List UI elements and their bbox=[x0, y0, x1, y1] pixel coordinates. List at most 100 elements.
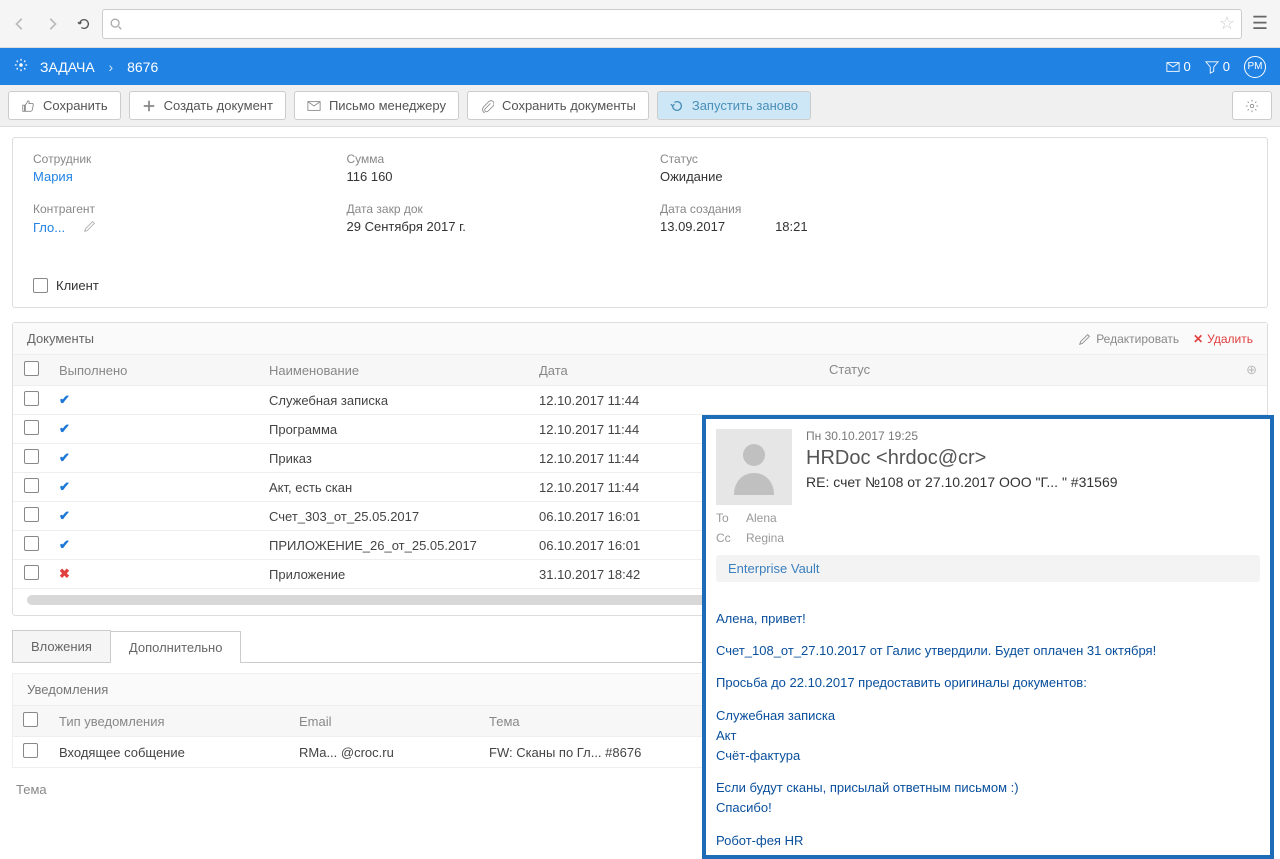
header-mail[interactable]: 0 bbox=[1166, 59, 1191, 74]
check-icon: ✔ bbox=[59, 508, 70, 523]
sum-value: 116 160 bbox=[347, 169, 621, 184]
email-preview: Пн 30.10.2017 19:25 HRDoc <hrdoc@cr> RE:… bbox=[702, 415, 1274, 859]
forward-button[interactable] bbox=[38, 10, 66, 38]
edit-counterparty-button[interactable] bbox=[83, 219, 97, 236]
mail-icon bbox=[307, 99, 321, 113]
email-from: HRDoc <hrdoc@cr> bbox=[806, 447, 1260, 470]
status-value: Ожидание bbox=[660, 169, 934, 184]
bookmark-icon[interactable]: ☆ bbox=[1219, 13, 1235, 34]
check-icon: ✔ bbox=[59, 537, 70, 552]
user-avatar[interactable]: РМ bbox=[1244, 56, 1266, 78]
x-icon: ✖ bbox=[59, 566, 70, 581]
created-time: 18:21 bbox=[775, 219, 808, 234]
col-name[interactable]: Наименование bbox=[259, 355, 529, 386]
search-icon bbox=[109, 17, 123, 31]
doc-name: Приказ bbox=[259, 444, 529, 473]
status-label: Статус bbox=[660, 152, 934, 166]
reload-icon bbox=[77, 17, 91, 31]
doc-name: Акт, есть скан bbox=[259, 473, 529, 502]
row-checkbox[interactable] bbox=[24, 536, 39, 551]
doc-date: 12.10.2017 11:44 bbox=[529, 386, 819, 415]
tab-attachments[interactable]: Вложения bbox=[12, 630, 111, 662]
docs-edit-button[interactable]: Редактировать bbox=[1078, 332, 1179, 346]
doc-name: ПРИЛОЖЕНИЕ_26_от_25.05.2017 bbox=[259, 531, 529, 560]
url-bar[interactable]: ☆ bbox=[102, 9, 1242, 39]
row-checkbox[interactable] bbox=[24, 478, 39, 493]
header-filter[interactable]: 0 bbox=[1205, 59, 1230, 74]
row-checkbox[interactable] bbox=[24, 420, 39, 435]
reload-button[interactable] bbox=[70, 10, 98, 38]
gear-icon bbox=[14, 58, 28, 72]
add-column-icon[interactable]: ⊕ bbox=[1246, 362, 1257, 378]
counterparty-label: Контрагент bbox=[33, 202, 307, 216]
sum-label: Сумма bbox=[347, 152, 621, 166]
person-icon bbox=[729, 439, 779, 495]
notif-col-email[interactable]: Email bbox=[289, 706, 479, 737]
doc-name: Служебная записка bbox=[259, 386, 529, 415]
col-date[interactable]: Дата bbox=[529, 355, 819, 386]
check-icon: ✔ bbox=[59, 479, 70, 494]
created-label: Дата создания bbox=[660, 202, 934, 216]
check-icon: ✔ bbox=[59, 450, 70, 465]
letter-manager-button[interactable]: Письмо менеджеру bbox=[294, 91, 459, 120]
col-status[interactable]: Статус⊕ bbox=[819, 355, 1267, 386]
task-info-card: Сотрудник Мария Контрагент Гло... Клиент bbox=[12, 137, 1268, 308]
browser-menu-button[interactable]: ☰ bbox=[1246, 10, 1274, 38]
arrow-right-icon bbox=[45, 17, 59, 31]
email-body: Алена, привет! Счет_108_от_27.10.2017 от… bbox=[716, 610, 1260, 850]
toolbar-settings-button[interactable] bbox=[1232, 91, 1272, 120]
gear-icon bbox=[1245, 99, 1259, 113]
tab-extra[interactable]: Дополнительно bbox=[110, 631, 242, 663]
select-all-checkbox[interactable] bbox=[24, 361, 39, 376]
browser-chrome: ☆ ☰ bbox=[0, 0, 1280, 48]
email-cc-value: Regina bbox=[746, 531, 784, 545]
notif-select-all-checkbox[interactable] bbox=[23, 712, 38, 727]
restart-icon bbox=[670, 99, 684, 113]
documents-title: Документы bbox=[27, 331, 94, 346]
enterprise-vault-link[interactable]: Enterprise Vault bbox=[716, 555, 1260, 582]
restart-button[interactable]: Запустить заново bbox=[657, 91, 811, 120]
row-checkbox[interactable] bbox=[24, 507, 39, 522]
url-input[interactable] bbox=[129, 16, 1213, 31]
breadcrumb-root[interactable]: ЗАДАЧА bbox=[40, 59, 95, 75]
doc-name: Счет_303_от_25.05.2017 bbox=[259, 502, 529, 531]
back-button[interactable] bbox=[6, 10, 34, 38]
create-doc-button[interactable]: Создать документ bbox=[129, 91, 286, 120]
filter-icon bbox=[1205, 60, 1219, 74]
email-date: Пн 30.10.2017 19:25 bbox=[806, 429, 1260, 443]
employee-value[interactable]: Мария bbox=[33, 169, 307, 184]
thumbs-up-icon bbox=[21, 99, 35, 113]
save-docs-button[interactable]: Сохранить документы bbox=[467, 91, 649, 120]
email-to-label: To bbox=[716, 511, 734, 525]
email-subject: RE: счет №108 от 27.10.2017 ООО "Г... " … bbox=[806, 474, 1260, 490]
doc-name: Приложение bbox=[259, 560, 529, 589]
mail-icon bbox=[1166, 60, 1180, 74]
email-avatar bbox=[716, 429, 792, 505]
notif-row-checkbox[interactable] bbox=[23, 743, 38, 758]
pencil-icon bbox=[1078, 332, 1092, 346]
arrow-left-icon bbox=[13, 17, 27, 31]
doc-name: Программа bbox=[259, 415, 529, 444]
col-done[interactable]: Выполнено bbox=[49, 355, 259, 386]
row-checkbox[interactable] bbox=[24, 565, 39, 580]
toolbar: Сохранить Создать документ Письмо менедж… bbox=[0, 85, 1280, 127]
breadcrumb-id: 8676 bbox=[127, 59, 158, 75]
settings-button[interactable] bbox=[14, 58, 28, 75]
docs-delete-button[interactable]: ✕ Удалить bbox=[1193, 332, 1253, 346]
paperclip-icon bbox=[480, 99, 494, 113]
plus-icon bbox=[142, 99, 156, 113]
save-button[interactable]: Сохранить bbox=[8, 91, 121, 120]
counterparty-value[interactable]: Гло... bbox=[33, 220, 65, 235]
app-header: ЗАДАЧА › 8676 0 0 РМ bbox=[0, 48, 1280, 85]
x-icon: ✕ bbox=[1193, 332, 1203, 346]
created-date: 13.09.2017 bbox=[660, 219, 725, 234]
client-checkbox[interactable] bbox=[33, 278, 48, 293]
table-row[interactable]: ✔ Служебная записка12.10.2017 11:44 bbox=[13, 386, 1267, 415]
breadcrumb: ЗАДАЧА › 8676 bbox=[40, 59, 158, 75]
email-cc-label: Cc bbox=[716, 531, 734, 545]
check-icon: ✔ bbox=[59, 392, 70, 407]
row-checkbox[interactable] bbox=[24, 391, 39, 406]
row-checkbox[interactable] bbox=[24, 449, 39, 464]
notif-col-type[interactable]: Тип уведомления bbox=[49, 706, 289, 737]
employee-label: Сотрудник bbox=[33, 152, 307, 166]
